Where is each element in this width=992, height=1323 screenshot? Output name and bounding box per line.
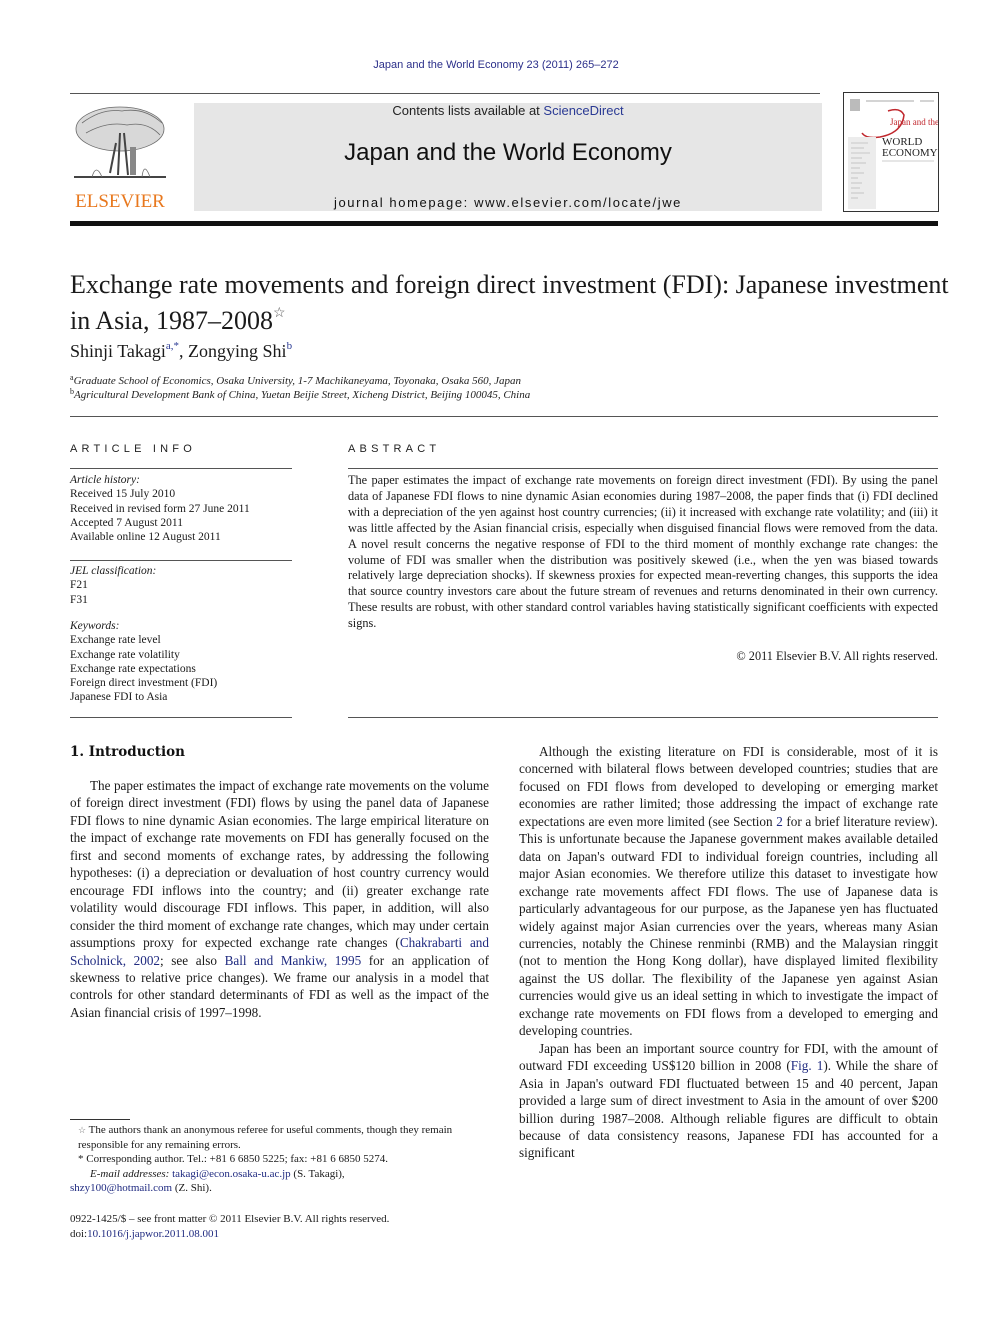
paragraph: Although the existing literature on FDI … xyxy=(519,743,938,1040)
paragraph-text: The paper estimates the impact of exchan… xyxy=(70,778,489,951)
section-link[interactable]: 2 xyxy=(776,814,783,829)
article-title: Exchange rate movements and foreign dire… xyxy=(70,270,950,335)
affiliation-text: Agricultural Development Bank of China, … xyxy=(74,389,531,401)
figure-link[interactable]: Fig. 1 xyxy=(791,1058,824,1073)
jel-heading: JEL classification: xyxy=(70,565,157,577)
abstract-rule xyxy=(348,468,938,469)
author-affil-mark[interactable]: a,* xyxy=(166,340,179,352)
paragraph: The paper estimates the impact of exchan… xyxy=(70,777,489,1021)
article-title-text: Exchange rate movements and foreign dire… xyxy=(70,270,949,335)
email-link[interactable]: shzy100@hotmail.com xyxy=(70,1182,172,1194)
history-item: Available online 12 August 2011 xyxy=(70,531,221,544)
footnote-rule xyxy=(70,1119,130,1120)
keywords: Keywords: Exchange rate level Exchange r… xyxy=(70,619,292,705)
footnote-emails-cont: shzy100@hotmail.com (Z. Shi). xyxy=(70,1181,489,1196)
author-list: Shinji Takagia,*, Zongying Shib xyxy=(70,340,292,362)
journal-masthead: Contents lists available at ScienceDirec… xyxy=(194,103,822,211)
affiliation: aGraduate School of Economics, Osaka Uni… xyxy=(70,373,521,387)
doi-link[interactable]: 10.1016/j.japwor.2011.08.001 xyxy=(87,1228,219,1240)
keyword: Foreign direct investment (FDI) xyxy=(70,677,218,690)
article-history-heading: Article history: xyxy=(70,474,140,486)
author-name[interactable]: Zongying Shi xyxy=(188,341,287,361)
header-separator xyxy=(70,416,938,417)
issn-line: 0922-1425/$ – see front matter © 2011 El… xyxy=(70,1213,390,1225)
email-link[interactable]: takagi@econ.osaka-u.ac.jp xyxy=(172,1168,291,1180)
footnote-mark: ☆ xyxy=(78,1125,87,1135)
elsevier-tree-icon xyxy=(74,106,166,178)
jel-classification: JEL classification: F21 F31 xyxy=(70,564,292,607)
author-separator: , xyxy=(179,341,189,361)
footnote-emails: E-mail addresses: takagi@econ.osaka-u.ac… xyxy=(70,1167,489,1182)
email-owner: (Z. Shi). xyxy=(172,1182,212,1194)
body-column-left: The paper estimates the impact of exchan… xyxy=(70,777,489,1021)
article-info-rule xyxy=(70,468,292,469)
cover-art-icon: Japan and the WORLD ECONOMY xyxy=(848,99,938,209)
masthead-bottom-rule xyxy=(70,221,938,226)
author-affil-mark[interactable]: b xyxy=(287,340,293,352)
article-history: Article history: Received 15 July 2010 R… xyxy=(70,473,292,544)
cover-title-line1: Japan and the xyxy=(890,117,938,127)
article-info-rule xyxy=(70,560,292,561)
doi-line: doi:10.1016/j.japwor.2011.08.001 xyxy=(70,1227,489,1242)
history-item: Received in revised form 27 June 2011 xyxy=(70,502,250,515)
footnotes: ☆ The authors thank an anonymous referee… xyxy=(70,1123,489,1196)
abstract-copyright: © 2011 Elsevier B.V. All rights reserved… xyxy=(736,649,938,663)
paragraph-text: for a brief literature review). This is … xyxy=(519,813,938,1039)
sciencedirect-link[interactable]: ScienceDirect xyxy=(543,103,623,118)
paragraph-text: ; see also xyxy=(160,952,225,968)
cover-title-line3: ECONOMY xyxy=(882,147,938,159)
header-divider xyxy=(70,93,820,94)
email-owner: (S. Takagi), xyxy=(290,1167,345,1180)
history-item: Accepted 7 August 2011 xyxy=(70,516,183,529)
abstract-bottom-rule xyxy=(348,717,938,718)
author-name[interactable]: Shinji Takagi xyxy=(70,341,166,361)
journal-title: Japan and the World Economy xyxy=(344,139,672,166)
jel-code: F31 xyxy=(70,593,88,606)
contents-prefix: Contents lists available at xyxy=(392,103,544,118)
affiliation: bAgricultural Development Bank of China,… xyxy=(70,387,530,401)
keyword: Exchange rate volatility xyxy=(70,648,180,661)
footnote-text: The authors thank an anonymous referee f… xyxy=(78,1124,453,1151)
history-item: Received 15 July 2010 xyxy=(70,488,176,501)
abstract-heading: ABSTRACT xyxy=(348,443,441,455)
title-footnote-mark[interactable]: ☆ xyxy=(273,306,286,321)
jel-code: F21 xyxy=(70,579,88,592)
keyword: Exchange rate level xyxy=(70,634,161,647)
paragraph-text: ). While the share of Asia in Japan's ou… xyxy=(519,1058,939,1161)
abstract-text: The paper estimates the impact of exchan… xyxy=(348,473,938,631)
article-info-heading: ARTICLE INFO xyxy=(70,443,196,455)
citation-link[interactable]: Ball and Mankiw, 1995 xyxy=(225,953,362,968)
article-info-rule xyxy=(70,717,292,718)
footnote-acknowledgement: ☆ The authors thank an anonymous referee… xyxy=(70,1123,489,1152)
journal-citation-link[interactable]: Japan and the World Economy 23 (2011) 26… xyxy=(0,59,992,71)
email-label: E-mail addresses: xyxy=(90,1167,170,1180)
keyword: Exchange rate expectations xyxy=(70,662,196,675)
journal-cover-thumbnail[interactable]: Japan and the WORLD ECONOMY xyxy=(843,92,939,212)
footnote-corresponding-author: * Corresponding author. Tel.: +81 6 6850… xyxy=(70,1152,489,1167)
body-column-right: Although the existing literature on FDI … xyxy=(519,743,938,1162)
contents-line: Contents lists available at ScienceDirec… xyxy=(194,103,822,118)
paragraph: Japan has been an important source count… xyxy=(519,1040,938,1162)
front-matter: 0922-1425/$ – see front matter © 2011 El… xyxy=(70,1212,489,1241)
footnote-text: Corresponding author. Tel.: +81 6 6850 5… xyxy=(83,1153,388,1165)
journal-homepage-link[interactable]: journal homepage: www.elsevier.com/locat… xyxy=(194,195,822,210)
doi-prefix: doi: xyxy=(70,1227,88,1240)
elsevier-wordmark: ELSEVIER xyxy=(75,191,165,212)
keywords-heading: Keywords: xyxy=(70,620,120,632)
keyword: Japanese FDI to Asia xyxy=(70,691,168,704)
affiliation-text: Graduate School of Economics, Osaka Univ… xyxy=(73,375,522,387)
section-heading-introduction: 1. Introduction xyxy=(70,744,185,760)
elsevier-logo[interactable]: ELSEVIER xyxy=(70,103,170,213)
